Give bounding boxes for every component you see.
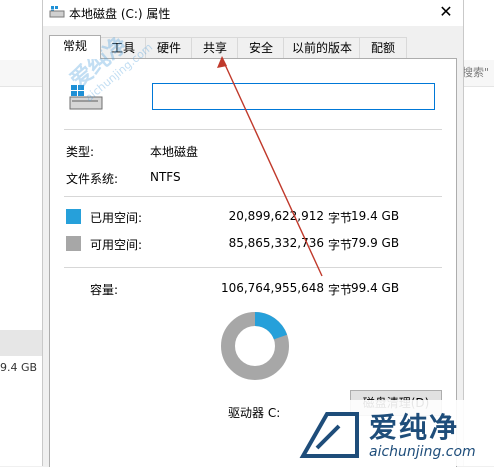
watermark-brand-text: 爱纯净 <box>369 411 460 444</box>
tab-general[interactable]: 常规 <box>49 35 101 59</box>
watermark-url-text: aichunjing.com <box>369 444 476 460</box>
watermark-logo-icon <box>299 408 361 463</box>
watermark-logo-box: 爱纯净 aichunjing.com <box>293 400 494 466</box>
